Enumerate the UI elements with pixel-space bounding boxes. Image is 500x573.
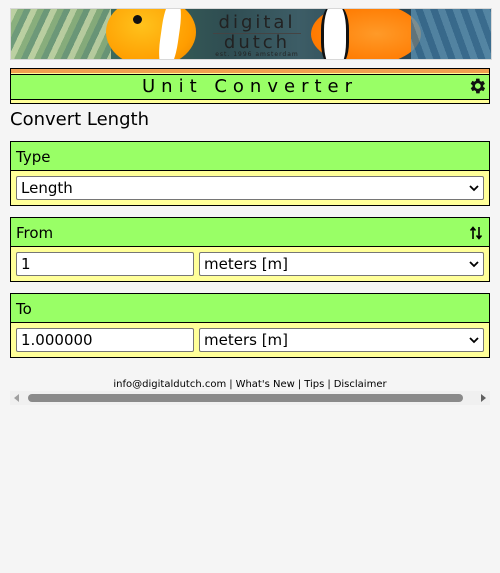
gear-icon[interactable] <box>467 76 487 96</box>
header-banner: digital dutch est. 1996 amsterdam <box>10 8 492 60</box>
banner-fish-eye <box>133 15 142 24</box>
footer-link-tips[interactable]: Tips <box>304 379 324 390</box>
from-panel-label: From <box>16 224 54 242</box>
from-panel-header: From <box>11 218 489 247</box>
app-title: Unit Converter <box>141 76 358 97</box>
banner-anemone-right <box>411 9 491 59</box>
from-value-input[interactable]: 1 <box>16 252 194 276</box>
logo-line2: dutch <box>213 33 301 52</box>
chevron-down-icon <box>469 337 479 344</box>
from-panel: From 1 meters [m] <box>10 217 490 282</box>
logo-tagline: est. 1996 amsterdam <box>215 51 299 58</box>
from-unit-select[interactable]: meters [m] <box>199 252 484 276</box>
scroll-left-arrow-icon[interactable] <box>12 393 22 403</box>
logo-line1: digital <box>218 12 296 33</box>
footer-separator: | <box>297 379 302 390</box>
footer-link-email[interactable]: info@digitaldutch.com <box>113 379 226 390</box>
chevron-down-icon <box>469 261 479 268</box>
to-panel: To 1.000000 meters [m] <box>10 293 490 358</box>
banner-anemone-left <box>11 9 111 59</box>
footer-link-whats-new[interactable]: What's New <box>236 379 295 390</box>
from-unit-value: meters [m] <box>204 255 289 273</box>
to-panel-label: To <box>11 294 489 323</box>
site-logo[interactable]: digital dutch est. 1996 amsterdam <box>207 13 307 58</box>
from-panel-body: 1 meters [m] <box>11 247 489 281</box>
page-heading: Convert Length <box>10 109 149 130</box>
type-select-value: Length <box>21 179 73 197</box>
footer-separator: | <box>229 379 233 390</box>
to-panel-body: 1.000000 meters [m] <box>11 323 489 357</box>
title-accent-stripe <box>11 69 489 73</box>
type-panel-label: Type <box>11 142 489 171</box>
footer-link-disclaimer[interactable]: Disclaimer <box>334 379 387 390</box>
type-select[interactable]: Length <box>16 176 484 200</box>
banner-clownfish-stripe <box>321 9 349 59</box>
footer-separator: | <box>327 379 331 390</box>
horizontal-scrollbar[interactable] <box>10 391 490 405</box>
to-value-input[interactable]: 1.000000 <box>16 328 194 352</box>
to-unit-select[interactable]: meters [m] <box>199 328 484 352</box>
footer-links: info@digitaldutch.com | What's New | Tips | Di… <box>0 378 500 392</box>
swap-arrows-icon[interactable] <box>469 225 483 241</box>
title-band: Unit Converter <box>11 74 489 100</box>
scrollbar-thumb[interactable] <box>28 394 463 402</box>
type-panel: Type Length <box>10 141 490 206</box>
app-title-bar: Unit Converter <box>10 68 490 104</box>
type-panel-body: Length <box>11 171 489 205</box>
banner-fish <box>106 9 196 59</box>
chevron-down-icon <box>469 185 479 192</box>
scroll-right-arrow-icon[interactable] <box>478 393 488 403</box>
to-unit-value: meters [m] <box>204 331 289 349</box>
